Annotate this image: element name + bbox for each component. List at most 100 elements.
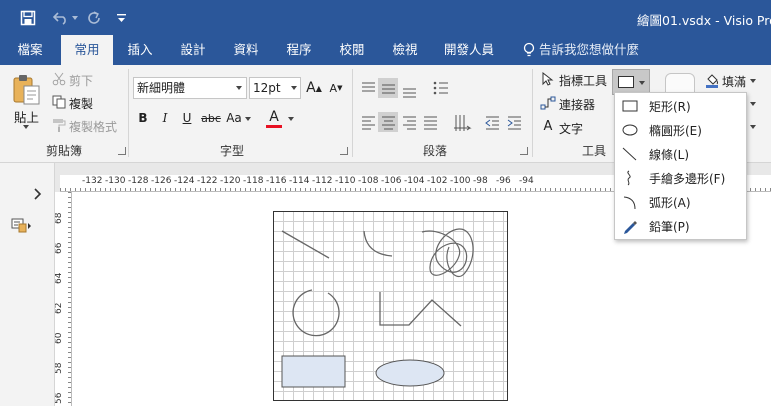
tab-view[interactable]: 檢視 <box>381 35 429 65</box>
title-bar: 繪圖01.vsdx - Visio Pro <box>0 0 771 35</box>
font-launcher-icon[interactable] <box>340 147 348 155</box>
tab-review[interactable]: 校閱 <box>328 35 376 65</box>
shrink-font-icon[interactable]: A ▼ <box>328 78 344 98</box>
ruler-h-label: -108 <box>358 176 379 186</box>
bullets-icon[interactable] <box>433 81 448 95</box>
polyline-shape[interactable] <box>379 292 462 327</box>
font-name-combo[interactable]: 新細明體 <box>133 77 247 99</box>
tell-me-box[interactable]: 告訴我您想做什麼 <box>539 35 639 65</box>
ruler-h-label: -132 <box>82 176 103 186</box>
redo-icon[interactable] <box>85 8 103 28</box>
scissors-icon <box>51 71 67 87</box>
align-bottom-icon[interactable] <box>403 88 416 98</box>
grow-font-icon[interactable]: A ▲ <box>306 78 322 98</box>
freeform-shape[interactable] <box>421 228 474 277</box>
ruler-h-label: -124 <box>174 176 195 186</box>
strikethrough-button[interactable]: abc <box>200 109 222 127</box>
tab-developer[interactable]: 開發人員 <box>436 35 502 65</box>
customize-quick-access-icon[interactable] <box>115 8 127 28</box>
paste-button[interactable]: 貼上 <box>14 107 39 126</box>
menu-item-pencil[interactable]: 鉛筆(P) <box>615 214 746 238</box>
format-painter-button[interactable]: 複製格式 <box>69 118 117 135</box>
tab-home[interactable]: 常用 <box>61 35 113 65</box>
menu-item-freeform[interactable]: 手繪多邊形(F) <box>615 166 746 190</box>
bold-button[interactable]: B <box>135 109 151 127</box>
ruler-h-label: -112 <box>312 176 333 186</box>
line-shape[interactable] <box>281 230 330 259</box>
paragraph-launcher-icon[interactable] <box>520 147 528 155</box>
paste-icon[interactable] <box>10 73 42 107</box>
ruler-v-label: 68 <box>55 212 64 224</box>
cut-button[interactable]: 剪下 <box>69 72 93 89</box>
line-icon <box>622 147 637 161</box>
menu-item-label: 手繪多邊形(F) <box>649 172 726 186</box>
font-size-value: 12pt <box>253 81 281 95</box>
ruler-h-label: -126 <box>151 176 172 186</box>
text-tool-icon: A <box>543 118 553 134</box>
ruler-h-label: -102 <box>427 176 448 186</box>
copy-button[interactable]: 複製 <box>69 95 93 112</box>
text-direction-icon[interactable] <box>454 115 472 131</box>
rectangle-shape[interactable] <box>281 355 346 388</box>
clipboard-launcher-icon[interactable] <box>118 147 126 155</box>
ruler-h-label: -94 <box>519 176 534 186</box>
ruler-v-label: 56 <box>55 392 64 404</box>
ruler-h-label: -106 <box>381 176 402 186</box>
fill-button[interactable]: 填滿 <box>722 73 746 90</box>
font-color-button[interactable]: A <box>266 108 282 128</box>
ruler-h-label: -120 <box>220 176 241 186</box>
connector-button[interactable]: 連接器 <box>559 96 595 113</box>
pencil-icon <box>624 221 637 234</box>
ellipse-shape[interactable] <box>375 359 445 387</box>
arc-icon <box>623 196 636 210</box>
shapes-pane-icon[interactable] <box>10 216 32 236</box>
align-right-icon[interactable] <box>403 116 416 130</box>
ruler-v-label: 64 <box>55 272 64 284</box>
shape-tool-menu: 矩形(R) 橢圓形(E) 線條(L) 手繪多邊形(F) 弧形(A) 鉛筆(P) <box>614 92 747 240</box>
align-left-icon[interactable] <box>362 116 375 130</box>
tab-file[interactable]: 檔案 <box>4 35 56 65</box>
ruler-h-label: -100 <box>450 176 471 186</box>
pointer-tool-button[interactable]: 指標工具 <box>559 72 607 89</box>
ellipse-icon <box>622 124 638 136</box>
ruler-v-label: 62 <box>55 302 64 314</box>
ruler-h-label: -130 <box>105 176 126 186</box>
window-title: 繪圖01.vsdx - Visio Pro <box>637 13 771 28</box>
ruler-h-label: -116 <box>266 176 287 186</box>
paragraph-group-label: 段落 <box>423 144 448 158</box>
paragraph-tools <box>362 78 521 132</box>
tab-data[interactable]: 資料 <box>222 35 270 65</box>
justify-icon[interactable] <box>424 116 437 130</box>
shapes-pane <box>0 163 55 406</box>
menu-item-rectangle[interactable]: 矩形(R) <box>615 94 746 118</box>
menu-item-label: 橢圓形(E) <box>649 124 702 138</box>
menu-item-arc[interactable]: 弧形(A) <box>615 190 746 214</box>
change-case-button[interactable]: Aa <box>224 109 244 127</box>
underline-button[interactable]: U <box>179 109 195 127</box>
drawing-page[interactable] <box>273 211 508 401</box>
align-top-icon[interactable] <box>362 82 375 92</box>
tab-design[interactable]: 設計 <box>169 35 217 65</box>
format-painter-icon <box>51 117 67 133</box>
increase-indent-icon[interactable] <box>507 116 521 130</box>
circle-arc-shape[interactable] <box>292 289 340 337</box>
menu-item-line[interactable]: 線條(L) <box>615 142 746 166</box>
expand-chevron-icon[interactable] <box>30 185 46 203</box>
tab-process[interactable]: 程序 <box>275 35 323 65</box>
fill-bucket-icon <box>704 71 720 89</box>
menu-item-ellipse[interactable]: 橢圓形(E) <box>615 118 746 142</box>
arc-shape[interactable] <box>363 230 393 257</box>
clipboard-group-label: 剪貼簿 <box>46 144 83 158</box>
text-tool-button[interactable]: 文字 <box>559 120 583 137</box>
rectangle-icon <box>622 100 638 112</box>
decrease-indent-icon[interactable] <box>485 116 499 130</box>
ruler-h-label: -104 <box>404 176 425 186</box>
ruler-v-label: 58 <box>55 362 64 374</box>
undo-icon[interactable] <box>52 8 70 28</box>
font-group-label: 字型 <box>220 144 245 158</box>
ribbon-tab-bar: 檔案 常用 插入 設計 資料 程序 校閱 檢視 開發人員 告訴我您想做什麼 <box>0 35 771 65</box>
undo-dropdown-icon[interactable] <box>70 8 80 28</box>
save-icon[interactable] <box>18 8 38 28</box>
tab-insert[interactable]: 插入 <box>116 35 164 65</box>
italic-button[interactable]: I <box>157 109 173 127</box>
